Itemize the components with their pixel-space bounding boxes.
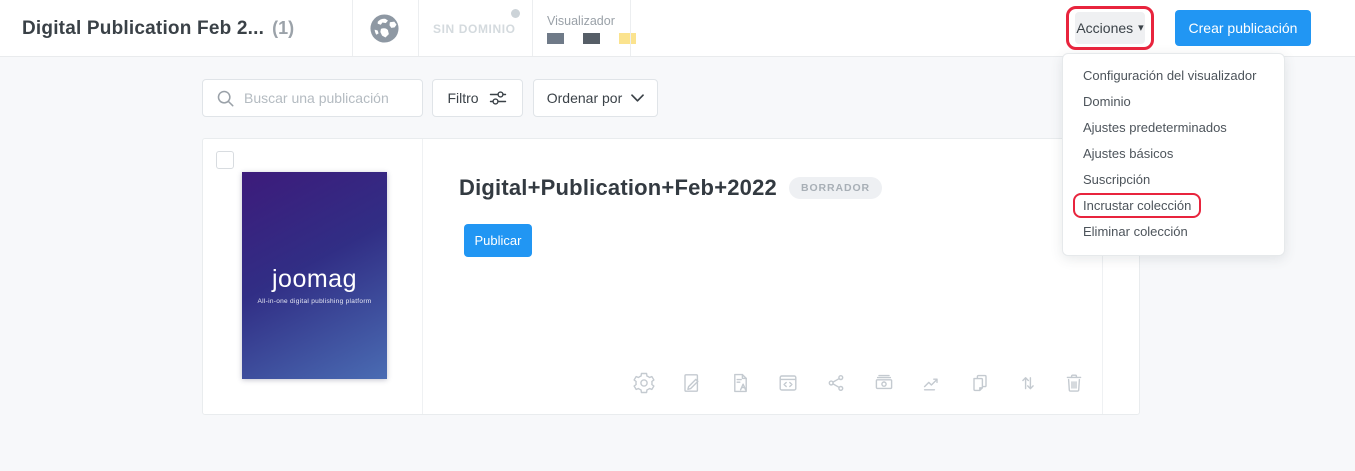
card-column-divider (422, 139, 423, 414)
header-divider (352, 0, 353, 56)
header-divider (630, 0, 631, 56)
rename-icon[interactable] (728, 371, 752, 395)
domain-status-dot (511, 9, 520, 18)
collection-count: (1) (272, 18, 294, 39)
menu-item-domain[interactable]: Dominio (1063, 89, 1284, 115)
header: Digital Publication Feb 2... (1) SIN DOM… (0, 0, 1355, 57)
menu-item-default-settings[interactable]: Ajustes predeterminados (1063, 115, 1284, 141)
share-icon[interactable] (824, 371, 848, 395)
create-publication-button[interactable]: Crear publicación (1175, 10, 1311, 46)
sort-button[interactable]: Ordenar por (533, 79, 658, 117)
publication-checkbox[interactable] (216, 151, 234, 169)
globe-icon[interactable] (369, 13, 400, 44)
menu-item-delete-collection[interactable]: Eliminar colección (1063, 219, 1284, 245)
publish-button[interactable]: Publicar (464, 224, 532, 257)
status-badge: BORRADOR (789, 177, 882, 199)
publication-card: joomag All-in-one digital publishing pla… (202, 138, 1140, 415)
menu-item-embed-collection[interactable]: Incrustar colección (1063, 193, 1284, 219)
transfer-icon[interactable] (1016, 371, 1040, 395)
viewer-swatch (565, 33, 582, 44)
stats-icon[interactable] (920, 371, 944, 395)
menu-item-viewer-config[interactable]: Configuración del visualizador (1063, 63, 1284, 89)
search-icon (216, 89, 235, 108)
settings-icon[interactable] (632, 371, 656, 395)
viewer-swatch (619, 33, 636, 44)
viewer-swatch (547, 33, 564, 44)
actions-menu: Configuración del visualizador Dominio A… (1062, 53, 1285, 256)
edit-icon[interactable] (680, 371, 704, 395)
actions-button[interactable]: Acciones ▾ (1075, 12, 1145, 44)
search-input[interactable] (244, 90, 404, 106)
duplicate-icon[interactable] (968, 371, 992, 395)
viewer-color-swatches (547, 33, 636, 44)
viewer-swatch (601, 33, 618, 44)
domain-status-label: SIN DOMINIO (433, 22, 516, 36)
filter-sliders-icon (488, 88, 508, 108)
publication-title[interactable]: Digital+Publication+Feb+2022 (459, 175, 777, 201)
caret-down-icon: ▾ (1138, 23, 1144, 34)
publication-cover[interactable]: joomag All-in-one digital publishing pla… (242, 172, 387, 379)
search-box (202, 79, 423, 117)
cover-brand-logo: joomag (272, 265, 357, 294)
viewer-swatch (583, 33, 600, 44)
actions-button-label: Acciones (1076, 20, 1133, 36)
header-divider (532, 0, 533, 56)
delete-icon[interactable] (1062, 371, 1086, 395)
viewer-label: Visualizador (547, 14, 615, 28)
monetize-icon[interactable] (872, 371, 896, 395)
collection-title: Digital Publication Feb 2... (22, 18, 264, 40)
collection-title-wrap: Digital Publication Feb 2... (1) (22, 0, 294, 57)
sort-button-label: Ordenar por (547, 90, 622, 106)
chevron-down-icon (631, 94, 644, 103)
header-divider (418, 0, 419, 56)
filter-button-label: Filtro (447, 90, 478, 106)
filter-button[interactable]: Filtro (432, 79, 523, 117)
embed-icon[interactable] (776, 371, 800, 395)
cover-tagline: All-in-one digital publishing platform (257, 298, 371, 305)
menu-item-basic-settings[interactable]: Ajustes básicos (1063, 141, 1284, 167)
menu-item-subscription[interactable]: Suscripción (1063, 167, 1284, 193)
